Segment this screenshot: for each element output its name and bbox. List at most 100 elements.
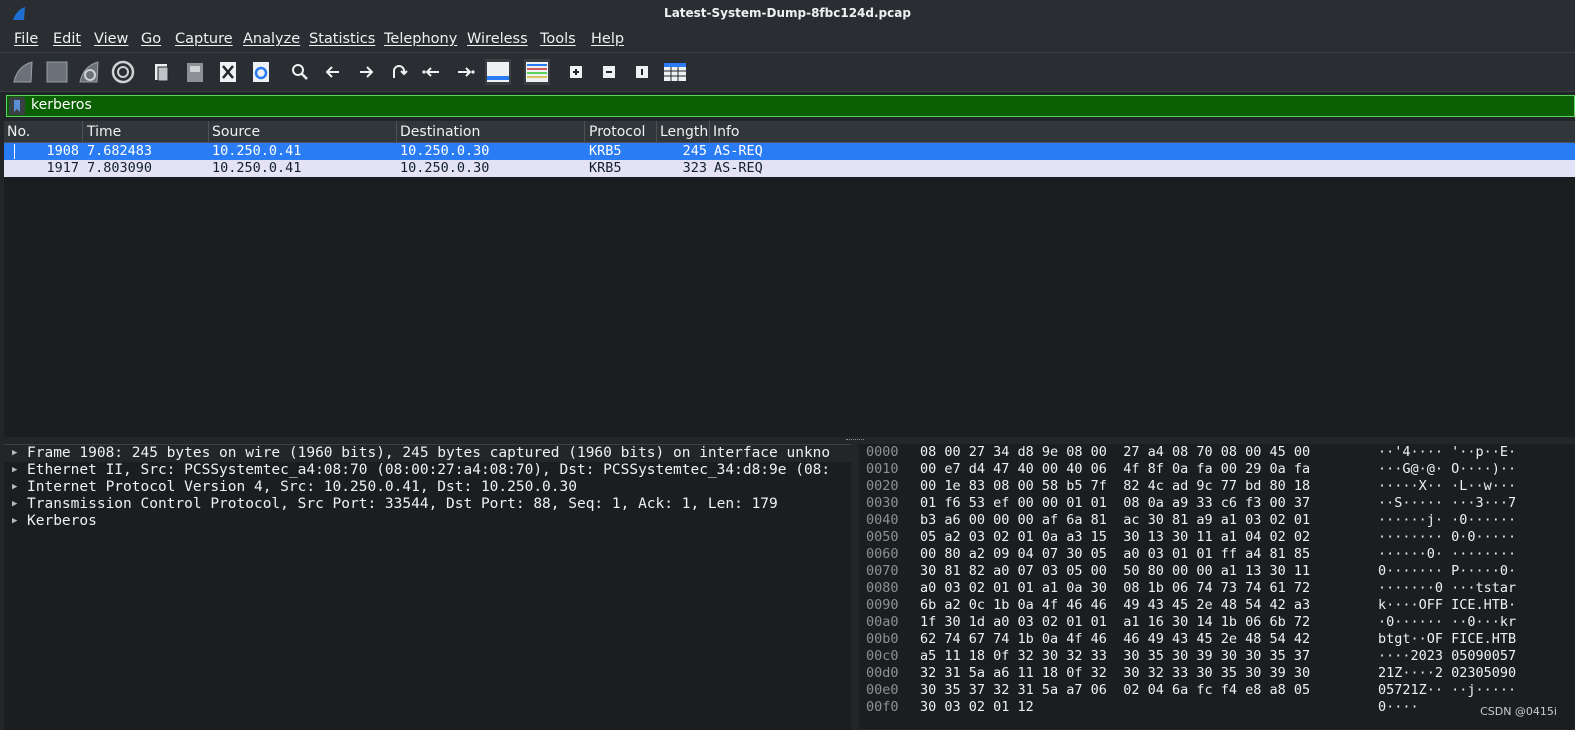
detail-row[interactable]: ▶ Frame 1908: 245 bytes on wire (1960 bi… bbox=[4, 445, 851, 462]
bytes-row[interactable]: 0050 05 a2 03 02 01 0a a3 15 30 13 30 11 … bbox=[859, 529, 1575, 546]
bytes-row[interactable]: 00c0 a5 11 18 0f 32 30 32 33 30 35 30 39 … bbox=[859, 648, 1575, 665]
byte-ascii[interactable]: 0······· P·····0· bbox=[1378, 563, 1516, 580]
expand-arrow-icon[interactable]: ▶ bbox=[12, 496, 17, 513]
expand-arrow-icon[interactable]: ▶ bbox=[12, 513, 17, 530]
packet-row[interactable]: 1917 7.803090 10.250.0.41 10.250.0.30 KR… bbox=[4, 160, 1575, 177]
pane-splitter-handle[interactable] bbox=[846, 439, 864, 443]
byte-ascii[interactable]: ···G@·@· O····)·· bbox=[1378, 461, 1516, 478]
bytes-row[interactable]: 00a0 1f 30 1d a0 03 02 01 01 a1 16 30 14 … bbox=[859, 614, 1575, 631]
byte-hex[interactable]: a5 11 18 0f 32 30 32 33 30 35 30 39 30 3… bbox=[920, 648, 1310, 665]
byte-hex[interactable]: 32 31 5a a6 11 18 0f 32 30 32 33 30 35 3… bbox=[920, 665, 1310, 682]
column-time[interactable]: Time bbox=[87, 124, 121, 140]
byte-ascii[interactable]: btgt··OF FICE.HTB bbox=[1378, 631, 1516, 648]
column-length[interactable]: Length bbox=[660, 124, 708, 140]
menu-analyze[interactable]: Analyze bbox=[243, 31, 300, 47]
byte-hex[interactable]: 6b a2 0c 1b 0a 4f 46 46 49 43 45 2e 48 5… bbox=[920, 597, 1310, 614]
close-file-icon[interactable] bbox=[214, 58, 242, 86]
bytes-row[interactable]: 00d0 32 31 5a a6 11 18 0f 32 30 32 33 30 … bbox=[859, 665, 1575, 682]
bytes-row[interactable]: 00e0 30 35 37 32 31 5a a7 06 02 04 6a fc … bbox=[859, 682, 1575, 699]
bytes-row[interactable]: 0060 00 80 a2 09 04 07 30 05 a0 03 01 01 … bbox=[859, 546, 1575, 563]
vertical-splitter[interactable] bbox=[851, 444, 859, 729]
go-back-icon[interactable] bbox=[319, 58, 347, 86]
zoom-out-icon[interactable] bbox=[595, 58, 623, 86]
bytes-row[interactable]: 0090 6b a2 0c 1b 0a 4f 46 46 49 43 45 2e … bbox=[859, 597, 1575, 614]
byte-hex[interactable]: b3 a6 00 00 00 af 6a 81 ac 30 81 a9 a1 0… bbox=[920, 512, 1310, 529]
byte-ascii[interactable]: ······0· ········ bbox=[1378, 546, 1516, 563]
menu-file[interactable]: File bbox=[14, 31, 38, 47]
bytes-row[interactable]: 0080 a0 03 02 01 01 a1 0a 30 08 1b 06 74 … bbox=[859, 580, 1575, 597]
byte-ascii[interactable]: ··S····· ···3···7 bbox=[1378, 495, 1516, 512]
bytes-row[interactable]: 0020 00 1e 83 08 00 58 b5 7f 82 4c ad 9c … bbox=[859, 478, 1575, 495]
zoom-in-icon[interactable] bbox=[562, 58, 590, 86]
byte-ascii[interactable]: ········ 0·0····· bbox=[1378, 529, 1516, 546]
column-separator[interactable] bbox=[709, 121, 710, 142]
restart-capture-icon[interactable] bbox=[76, 58, 104, 86]
byte-ascii[interactable]: 21Z····2 02305090 bbox=[1378, 665, 1516, 682]
byte-ascii[interactable]: 0···· bbox=[1378, 699, 1419, 716]
menu-capture[interactable]: Capture bbox=[175, 31, 233, 47]
byte-ascii[interactable]: ·0······ ··0···kr bbox=[1378, 614, 1516, 631]
bytes-row[interactable]: 00b0 62 74 67 74 1b 0a 4f 46 46 49 43 45 … bbox=[859, 631, 1575, 648]
column-destination[interactable]: Destination bbox=[400, 124, 480, 140]
column-separator[interactable] bbox=[208, 121, 209, 142]
packet-row[interactable]: 1908 7.682483 10.250.0.41 10.250.0.30 KR… bbox=[4, 143, 1575, 160]
bytes-row[interactable]: 0010 00 e7 d4 47 40 00 40 06 4f 8f 0a fa … bbox=[859, 461, 1575, 478]
byte-ascii[interactable]: 05721Z·· ··j····· bbox=[1378, 682, 1516, 699]
go-first-packet-icon[interactable] bbox=[418, 58, 446, 86]
byte-hex[interactable]: 00 1e 83 08 00 58 b5 7f 82 4c ad 9c 77 b… bbox=[920, 478, 1310, 495]
packet-list[interactable]: No. Time Source Destination Protocol Len… bbox=[4, 121, 1575, 437]
bytes-row[interactable]: 0070 30 81 82 a0 07 03 05 00 50 80 00 00 … bbox=[859, 563, 1575, 580]
byte-hex[interactable]: 05 a2 03 02 01 0a a3 15 30 13 30 11 a1 0… bbox=[920, 529, 1310, 546]
expand-arrow-icon[interactable]: ▶ bbox=[12, 462, 17, 479]
byte-hex[interactable]: 08 00 27 34 d8 9e 08 00 27 a4 08 70 08 0… bbox=[920, 444, 1310, 461]
menu-view[interactable]: View bbox=[94, 31, 128, 47]
resize-columns-icon[interactable] bbox=[661, 58, 689, 86]
expand-arrow-icon[interactable]: ▶ bbox=[12, 445, 17, 462]
byte-hex[interactable]: 62 74 67 74 1b 0a 4f 46 46 49 43 45 2e 4… bbox=[920, 631, 1310, 648]
byte-hex[interactable]: 00 e7 d4 47 40 00 40 06 4f 8f 0a fa 00 2… bbox=[920, 461, 1310, 478]
byte-ascii[interactable]: ·······0 ···tstar bbox=[1378, 580, 1516, 597]
go-to-packet-icon[interactable] bbox=[385, 58, 413, 86]
detail-row[interactable]: ▶ Internet Protocol Version 4, Src: 10.2… bbox=[4, 479, 851, 496]
bytes-row[interactable]: 0040 b3 a6 00 00 00 af 6a 81 ac 30 81 a9 … bbox=[859, 512, 1575, 529]
packet-bytes-pane[interactable]: 0000 08 00 27 34 d8 9e 08 00 27 a4 08 70 … bbox=[859, 444, 1575, 729]
byte-hex[interactable]: a0 03 02 01 01 a1 0a 30 08 1b 06 74 73 7… bbox=[920, 580, 1310, 597]
menu-edit[interactable]: Edit bbox=[53, 31, 81, 47]
byte-ascii[interactable]: ··'4···· '··p··E· bbox=[1378, 444, 1516, 461]
byte-hex[interactable]: 30 81 82 a0 07 03 05 00 50 80 00 00 a1 1… bbox=[920, 563, 1310, 580]
menu-statistics[interactable]: Statistics bbox=[309, 31, 375, 47]
byte-ascii[interactable]: k····OFF ICE.HTB· bbox=[1378, 597, 1516, 614]
menu-help[interactable]: Help bbox=[591, 31, 624, 47]
open-file-icon[interactable] bbox=[148, 58, 176, 86]
packet-details-pane[interactable]: ▶ Frame 1908: 245 bytes on wire (1960 bi… bbox=[4, 444, 851, 730]
colorize-icon[interactable] bbox=[523, 58, 551, 86]
menu-telephony[interactable]: Telephony bbox=[384, 31, 457, 47]
byte-hex[interactable]: 01 f6 53 ef 00 00 01 01 08 0a a9 33 c6 f… bbox=[920, 495, 1310, 512]
column-no[interactable]: No. bbox=[7, 124, 30, 140]
byte-hex[interactable]: 1f 30 1d a0 03 02 01 01 a1 16 30 14 1b 0… bbox=[920, 614, 1310, 631]
column-info[interactable]: Info bbox=[713, 124, 740, 140]
menu-wireless[interactable]: Wireless bbox=[467, 31, 528, 47]
detail-row[interactable]: ▶ Kerberos bbox=[4, 513, 851, 530]
auto-scroll-icon[interactable] bbox=[484, 58, 512, 86]
byte-hex[interactable]: 30 03 02 01 12 bbox=[920, 699, 1034, 716]
go-last-packet-icon[interactable] bbox=[451, 58, 479, 86]
column-source[interactable]: Source bbox=[212, 124, 260, 140]
display-filter-input[interactable]: kerberos bbox=[31, 97, 92, 113]
detail-row[interactable]: ▶ Transmission Control Protocol, Src Por… bbox=[4, 496, 851, 513]
byte-ascii[interactable]: ·····X·· ·L··w··· bbox=[1378, 478, 1516, 495]
capture-options-icon[interactable] bbox=[109, 58, 137, 86]
reload-file-icon[interactable] bbox=[247, 58, 275, 86]
column-separator[interactable] bbox=[396, 121, 397, 142]
byte-hex[interactable]: 00 80 a2 09 04 07 30 05 a0 03 01 01 ff a… bbox=[920, 546, 1310, 563]
start-capture-icon[interactable] bbox=[10, 58, 38, 86]
byte-ascii[interactable]: ····2023 05090057 bbox=[1378, 648, 1516, 665]
column-separator[interactable] bbox=[656, 121, 657, 142]
display-filter-bar[interactable]: kerberos bbox=[6, 95, 1575, 117]
save-file-icon[interactable] bbox=[181, 58, 209, 86]
column-separator[interactable] bbox=[82, 121, 83, 142]
column-separator[interactable] bbox=[584, 121, 585, 142]
bytes-row[interactable]: 00f0 30 03 02 01 12 0···· bbox=[859, 699, 1575, 716]
bookmark-icon[interactable] bbox=[9, 97, 25, 115]
menu-tools[interactable]: Tools bbox=[540, 31, 576, 47]
